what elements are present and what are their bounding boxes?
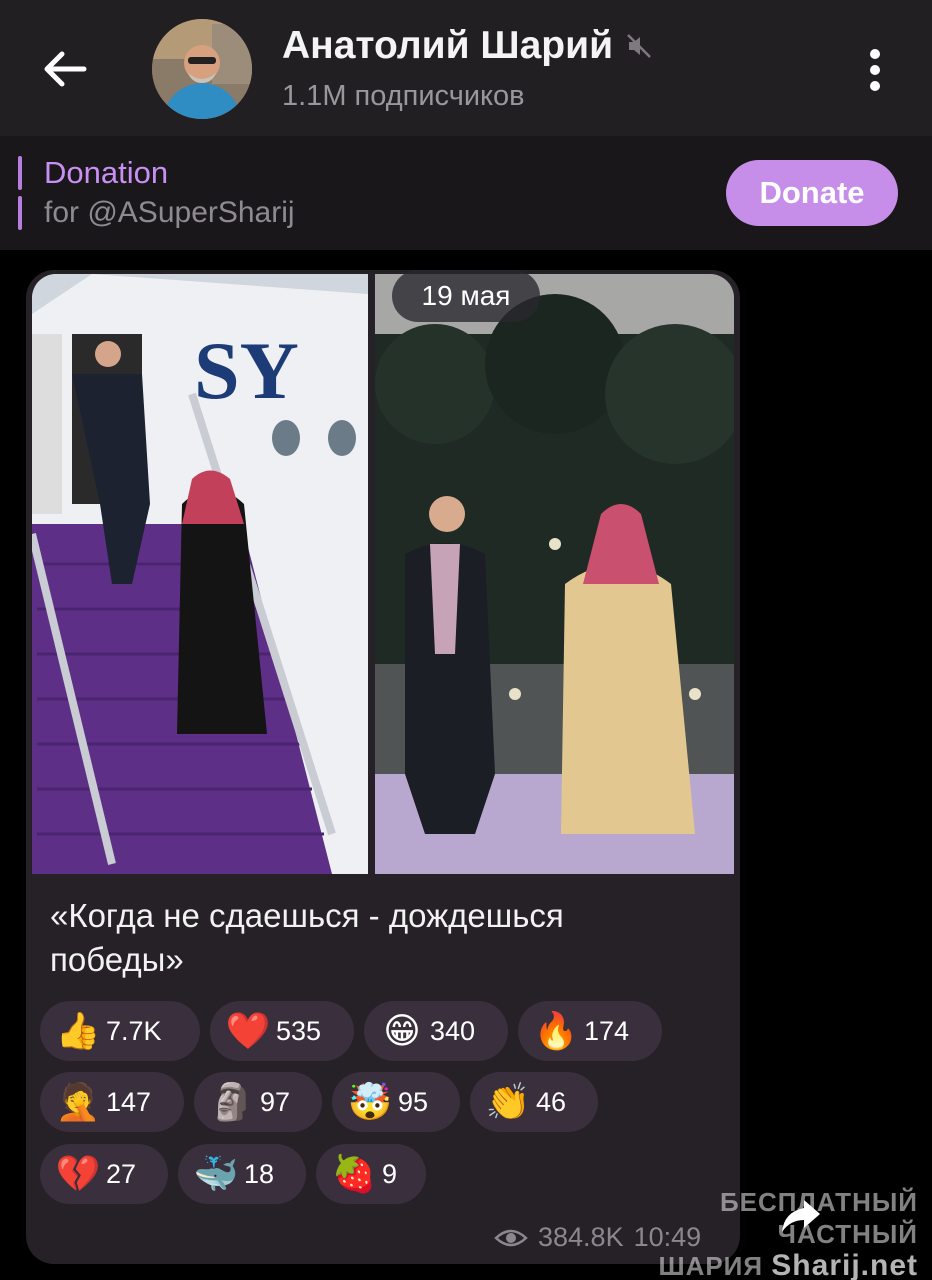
subscriber-count: 1.1M подписчиков [282,80,525,112]
fire-icon: 🔥 [533,1010,579,1051]
reaction-count: 535 [276,1015,322,1046]
clapping-hands-icon: 👏 [485,1081,531,1122]
reaction-count: 27 [106,1158,137,1189]
watermark: БЕСПЛАТНЫЙ ЧАСТНЫЙ ШАРИЯ Sharij.net [598,1186,918,1280]
aircraft-livery-text: SY [194,325,299,416]
grinning-face-icon: 😁 [383,1010,421,1051]
reaction-chip[interactable]: 👏 46 [470,1072,598,1132]
muted-speaker-icon [627,34,651,58]
donate-button[interactable]: Donate [726,160,898,226]
more-options-icon[interactable] [860,46,890,94]
date-chip[interactable]: 19 мая [392,270,540,322]
reaction-chip[interactable]: 🐳 18 [178,1144,306,1204]
chat-header: Анатолий Шарий 1.1M подписчиков [0,0,932,136]
thumbs-up-icon: 👍 [55,1010,101,1051]
reaction-count: 97 [260,1086,291,1117]
reaction-chip[interactable]: ❤️ 535 [210,1001,354,1061]
reaction-chip[interactable]: 🔥 174 [518,1001,662,1061]
reaction-count: 340 [430,1015,476,1046]
watermark-line2: ШАРИЯ [658,1251,764,1280]
reaction-chip[interactable]: 👍 7.7K [40,1001,200,1061]
reaction-chip[interactable]: 🤦 147 [40,1072,184,1132]
reaction-count: 9 [382,1158,398,1189]
reaction-count: 95 [398,1086,429,1117]
pinned-subtitle: for @ASuperSharij [44,196,295,229]
broken-heart-icon: 💔 [55,1153,101,1194]
reaction-chip[interactable]: 💔 27 [40,1144,168,1204]
channel-title[interactable]: Анатолий Шарий [282,24,653,68]
photo-airplane-stairs[interactable]: SY [32,274,368,874]
eye-icon [494,1229,528,1246]
reaction-count: 7.7K [106,1015,162,1046]
channel-name: Анатолий Шарий [282,24,614,67]
photo-walking-greeting[interactable] [375,274,734,874]
pinned-indicator-segment [18,156,22,190]
moai-icon: 🗿 [209,1081,255,1122]
watermark-site: Sharij.net [771,1249,918,1280]
pinned-title: Donation [44,155,169,190]
share-icon[interactable] [776,1190,826,1240]
reaction-count: 46 [536,1086,567,1117]
message-text: «Когда не сдаешься - дождешься победы» [50,897,564,978]
reaction-count: 174 [584,1015,630,1046]
watermark-line1: БЕСПЛАТНЫЙ ЧАСТНЫЙ [719,1187,918,1249]
strawberry-icon: 🍓 [331,1153,377,1194]
channel-avatar[interactable] [152,19,252,119]
reaction-chip[interactable]: 😁 340 [364,1001,508,1061]
reaction-chip[interactable]: 🗿 97 [194,1072,322,1132]
reaction-count: 18 [244,1158,275,1189]
reaction-chip[interactable]: 🍓 9 [316,1144,426,1204]
whale-icon: 🐳 [193,1153,239,1194]
exploding-head-icon: 🤯 [347,1081,393,1122]
reaction-count: 147 [106,1086,152,1117]
facepalm-icon: 🤦 [55,1081,101,1122]
pinned-indicator-segment [18,196,22,230]
back-arrow-icon[interactable] [40,44,90,94]
heart-icon: ❤️ [225,1010,271,1051]
reaction-chip[interactable]: 🤯 95 [332,1072,460,1132]
